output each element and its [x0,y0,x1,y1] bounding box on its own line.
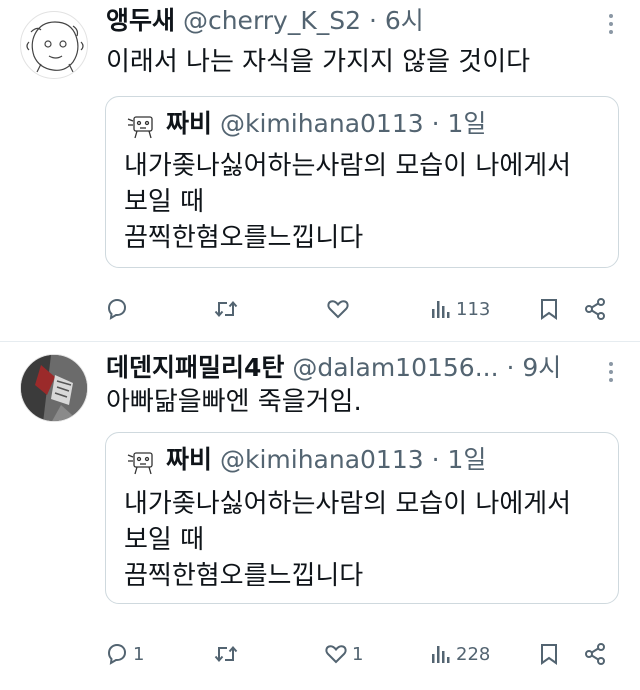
quoted-text-line: 보일 때 [124,187,205,217]
view-count: 113 [456,298,491,320]
separator: · [506,353,515,382]
views-icon [432,646,450,663]
timestamp[interactable]: 9시 [522,353,561,382]
avatar[interactable] [20,354,88,422]
like-button[interactable]: 1 [324,639,363,669]
bookmark-button[interactable] [538,294,560,324]
reply-button[interactable] [105,294,133,324]
like-count: 1 [352,643,364,665]
avatar[interactable] [20,11,88,79]
retweet-button[interactable] [213,294,243,324]
share-icon [585,643,605,665]
tweet-text: 아빠닮을빠엔 죽을거임. [106,387,362,417]
bookmark-button[interactable] [538,639,560,669]
like-button[interactable] [326,294,354,324]
tweet-text: 이래서 나는 자식을 가지지 않을 것이다 [106,47,531,77]
display-name[interactable]: 데덴지패밀리4탄 [106,353,284,382]
display-name[interactable]: 앵두새 [106,6,175,35]
reply-count: 1 [133,643,145,665]
share-button[interactable] [583,639,607,669]
action-bar: 1 1 228 [0,639,640,669]
quoted-tweet[interactable]: 짜비 @kimihana0113 · 1일 내가좆나싫어하는사람의 모습이 나에… [105,96,619,268]
retweet-icon [214,645,238,663]
quoted-text-line: 내가좆나싫어하는사람의 모습이 나에게서 [124,489,572,519]
like-icon [325,645,347,664]
quoted-text-line: 보일 때 [124,525,205,555]
view-count: 228 [456,643,491,665]
quoted-handle: @kimihana0113 [219,445,424,474]
separator: · [368,6,377,35]
quoted-text-line: 끔찍한혐오를느낍니다 [124,223,364,253]
bookmark-icon [541,644,557,665]
separator: · [431,445,440,474]
user-handle[interactable]: @cherry_K_S2 [183,6,361,35]
views-icon [432,301,450,318]
separator: · [431,109,440,138]
retweet-icon [214,300,238,318]
quoted-tweet[interactable]: 짜비 @kimihana0113 · 1일 내가좆나싫어하는사람의 모습이 나에… [105,432,619,604]
quoted-timestamp: 1일 [447,109,487,138]
bookmark-icon [541,299,557,320]
quoted-avatar [127,452,153,475]
action-bar: 113 [0,294,640,324]
quoted-timestamp: 1일 [447,445,487,474]
more-icon[interactable] [608,14,614,36]
tweet[interactable]: 앵두새 @cherry_K_S2 · 6시 이래서 나는 자식을 가지지 않을 … [0,0,640,342]
timestamp[interactable]: 6시 [385,6,424,35]
like-icon [327,300,349,319]
user-handle[interactable]: @dalam10156... [292,353,498,382]
quoted-text-line: 내가좆나싫어하는사람의 모습이 나에게서 [124,151,572,181]
reply-button[interactable]: 1 [105,639,144,669]
tweet[interactable]: 데덴지패밀리4탄 @dalam10156... · 9시 아빠닮을빠엔 죽을거임… [0,342,640,690]
quoted-display-name: 짜비 [166,445,213,474]
quoted-avatar [127,116,153,139]
avatar-sketch-icon [26,21,84,73]
avatar-photo-icon [21,355,87,421]
views-button[interactable]: 228 [430,639,490,669]
share-button[interactable] [583,294,607,324]
quoted-text-line: 끔찍한혐오를느낍니다 [124,561,364,591]
reply-icon [107,298,127,320]
retweet-button[interactable] [213,639,243,669]
quoted-header: 짜비 @kimihana0113 · 1일 [166,109,486,139]
tweet-header: 데덴지패밀리4탄 @dalam10156... · 9시 [106,353,561,383]
quoted-display-name: 짜비 [166,109,213,138]
share-icon [585,298,605,320]
reply-icon [107,643,127,665]
views-button[interactable]: 113 [430,294,490,324]
quoted-handle: @kimihana0113 [219,109,424,138]
more-icon[interactable] [608,362,614,384]
tweet-header: 앵두새 @cherry_K_S2 · 6시 [106,6,424,36]
quoted-header: 짜비 @kimihana0113 · 1일 [166,445,486,475]
